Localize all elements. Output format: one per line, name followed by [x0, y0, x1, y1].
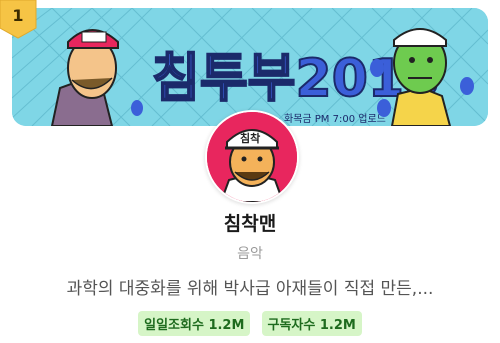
avatar-hat-text: 침착 — [240, 131, 260, 145]
channel-banner[interactable]: 침투부2015 화목금 PM 7:00 업로드 — [12, 8, 488, 126]
rank-badge: 1 — [0, 0, 44, 40]
daily-views-badge: 일일조회수 1.2M — [138, 311, 251, 336]
channel-avatar[interactable]: 침착 — [205, 110, 299, 204]
banner-schedule: 화목금 PM 7:00 업로드 — [284, 112, 386, 125]
channel-name[interactable]: 침착맨 — [0, 209, 500, 236]
banner-illustration: 침투부2015 화목금 PM 7:00 업로드 — [12, 8, 488, 126]
channel-category: 음악 — [237, 246, 263, 262]
rank-number: 1 — [12, 6, 24, 25]
channel-stats: 일일조회수 1.2M 구독자수 1.2M — [0, 311, 500, 336]
subscribers-badge: 구독자수 1.2M — [261, 311, 362, 336]
channel-description: 과학의 대중화를 위해 박사급 아재들이 직접 만든,... — [66, 279, 434, 299]
